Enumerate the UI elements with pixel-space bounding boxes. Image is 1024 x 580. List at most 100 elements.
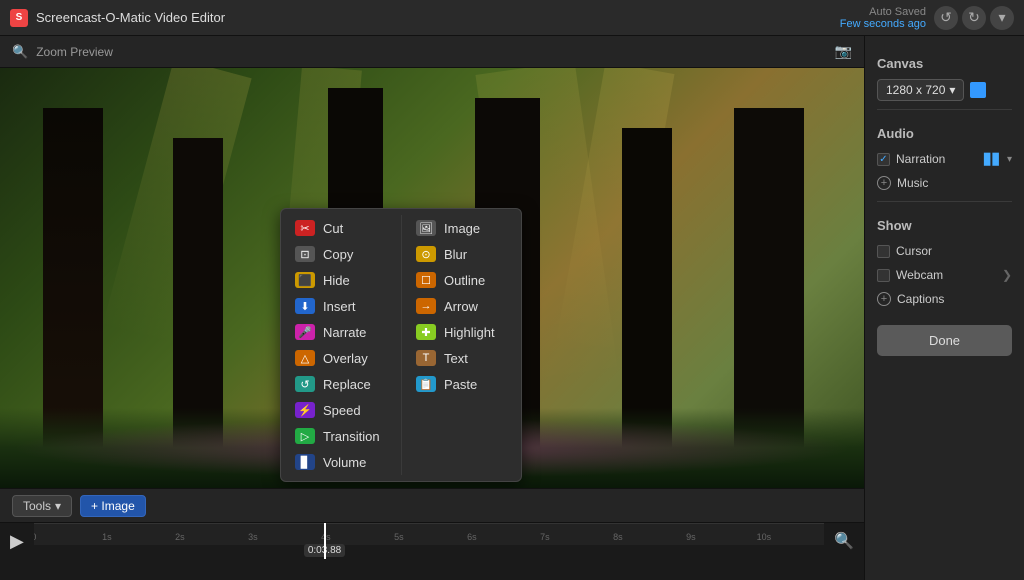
narration-dropdown-icon[interactable]: ▾ [1007,154,1012,165]
menu-item-cut[interactable]: ✂Cut [281,215,401,241]
canvas-size-row: 1280 x 720 ▾ [877,79,1012,101]
timeline-track[interactable]: 01s2s3s4s5s6s7s8s9s10s 0:03.88 [34,523,824,559]
redo-button[interactable]: ↻ [962,6,986,30]
playhead[interactable] [324,523,326,559]
timeline-mark-5s: 5s [394,532,404,542]
captions-item: + Captions [877,289,1012,309]
webcam-label: Webcam [896,268,943,282]
timeline-search-icon[interactable]: 🔍 [834,531,854,551]
editor-area: 🔍 Zoom Preview 📷 [0,36,864,580]
video-preview[interactable]: ✂Cut ⊡ Copy ⬛ Hide ⬇Insert🎤Narrate△Overlay ↺ Re… [0,68,864,488]
menu-item-transition[interactable]: ▷ Transition [281,423,401,449]
timeline-controls: ▶ 01s2s3s4s5s6s7s8s9s10s 0:03.88 🔍 [0,523,864,559]
timeline-mark-1s: 1s [102,532,112,542]
menu-item-narrate[interactable]: 🎤Narrate [281,319,401,345]
music-add-button[interactable]: + [877,176,891,190]
play-button[interactable]: ▶ [10,531,24,552]
menu-icon: 🖼 [416,220,436,236]
menu-icon: ▷ [295,428,315,444]
menu-icon: ⬛ [295,272,315,288]
menu-item-arrow[interactable]: →Arrow [402,293,521,319]
cursor-checkbox[interactable] [877,245,890,258]
add-image-button[interactable]: + Image [80,495,146,517]
camera-icon[interactable]: 📷 [835,43,852,60]
timeline-mark-8s: 8s [613,532,623,542]
menu-label: Image [444,221,480,236]
app-icon: S [10,9,28,27]
menu-item-highlight[interactable]: ✚Highlight [402,319,521,345]
menu-label: Replace [323,377,371,392]
menu-label: Hide [323,273,350,288]
menu-item-paste[interactable]: 📋Paste [402,371,521,397]
menu-item-image[interactable]: 🖼 Image [402,215,521,241]
webcam-expand-icon[interactable]: ❯ [1002,268,1012,282]
context-menu-col1: ✂Cut ⊡ Copy ⬛ Hide ⬇Insert🎤Narrate△Overlay ↺ Re… [281,215,401,475]
menu-label: Blur [444,247,467,262]
tools-button[interactable]: Tools ▾ [12,495,72,517]
canvas-size-select[interactable]: 1280 x 720 ▾ [877,79,964,101]
menu-label: Text [444,351,468,366]
right-panel: Canvas 1280 x 720 ▾ Audio Narration ▊▊ ▾… [864,36,1024,580]
music-item: + Music [877,173,1012,193]
menu-icon: ⊡ [295,246,315,262]
done-button[interactable]: Done [877,325,1012,356]
titlebar: S Screencast-O-Matic Video Editor Auto S… [0,0,1024,36]
menu-item-copy[interactable]: ⊡ Copy [281,241,401,267]
menu-icon: ⬇ [295,298,315,314]
timeline-mark-3s: 3s [248,532,258,542]
narration-item: Narration ▊▊ ▾ [877,149,1012,169]
menu-label: Narrate [323,325,366,340]
bottom-toolbar: Tools ▾ + Image [0,488,864,522]
timeline-mark-4s: 4s [321,532,331,542]
captions-add-button[interactable]: + [877,292,891,306]
editor-topbar: 🔍 Zoom Preview 📷 [0,36,864,68]
menu-item-text[interactable]: T Text [402,345,521,371]
canvas-color-swatch[interactable] [970,82,986,98]
narration-checkbox[interactable] [877,153,890,166]
autosave-time: Few seconds ago [840,18,926,30]
menu-label: Copy [323,247,353,262]
undo-button[interactable]: ↺ [934,6,958,30]
menu-label: Transition [323,429,380,444]
zoom-preview-label: Zoom Preview [36,45,113,59]
menu-item-insert[interactable]: ⬇Insert [281,293,401,319]
menu-icon: ▊ [295,454,315,470]
menu-icon: ⊙ [416,246,436,262]
menu-icon: ↺ [295,376,315,392]
menu-item-replace[interactable]: ↺ Replace [281,371,401,397]
timeline-mark-2s: 2s [175,532,185,542]
menu-item-overlay[interactable]: △Overlay [281,345,401,371]
main-area: 🔍 Zoom Preview 📷 [0,36,1024,580]
narration-bars-icon: ▊▊ [984,153,1001,166]
titlebar-controls: ↺ ↻ ▾ [934,6,1014,30]
webcam-checkbox[interactable] [877,269,890,282]
show-section-label: Show [877,218,1012,233]
zoom-icon: 🔍 [12,44,28,60]
menu-icon: ✚ [416,324,436,340]
menu-item-hide[interactable]: ⬛ Hide [281,267,401,293]
menu-icon: T [416,350,436,366]
autosave-indicator: Auto Saved Few seconds ago [840,6,926,30]
menu-icon: ✂ [295,220,315,236]
menu-item-outline[interactable]: ☐Outline [402,267,521,293]
timeline: ▶ 01s2s3s4s5s6s7s8s9s10s 0:03.88 🔍 [0,522,864,580]
app-title: Screencast-O-Matic Video Editor [36,10,225,25]
timeline-mark-7s: 7s [540,532,550,542]
menu-item-volume[interactable]: ▊Volume [281,449,401,475]
captions-label: Captions [897,292,944,306]
context-menu-col2: 🖼 Image ⊙ Blur ☐Outline→Arrow✚Highlight T Text… [401,215,521,475]
timeline-mark-6s: 6s [467,532,477,542]
narration-label: Narration [896,152,945,166]
timeline-mark-9s: 9s [686,532,696,542]
menu-label: Arrow [444,299,478,314]
titlebar-right: Auto Saved Few seconds ago ↺ ↻ ▾ [840,6,1014,30]
more-button[interactable]: ▾ [990,6,1014,30]
cursor-item: Cursor [877,241,1012,261]
audio-section-label: Audio [877,126,1012,141]
menu-item-blur[interactable]: ⊙ Blur [402,241,521,267]
timeline-mark-0: 0 [34,532,37,542]
context-menu: ✂Cut ⊡ Copy ⬛ Hide ⬇Insert🎤Narrate△Overlay ↺ Re… [280,208,522,482]
cursor-label: Cursor [896,244,932,258]
menu-item-speed[interactable]: ⚡Speed [281,397,401,423]
canvas-section-label: Canvas [877,56,1012,71]
